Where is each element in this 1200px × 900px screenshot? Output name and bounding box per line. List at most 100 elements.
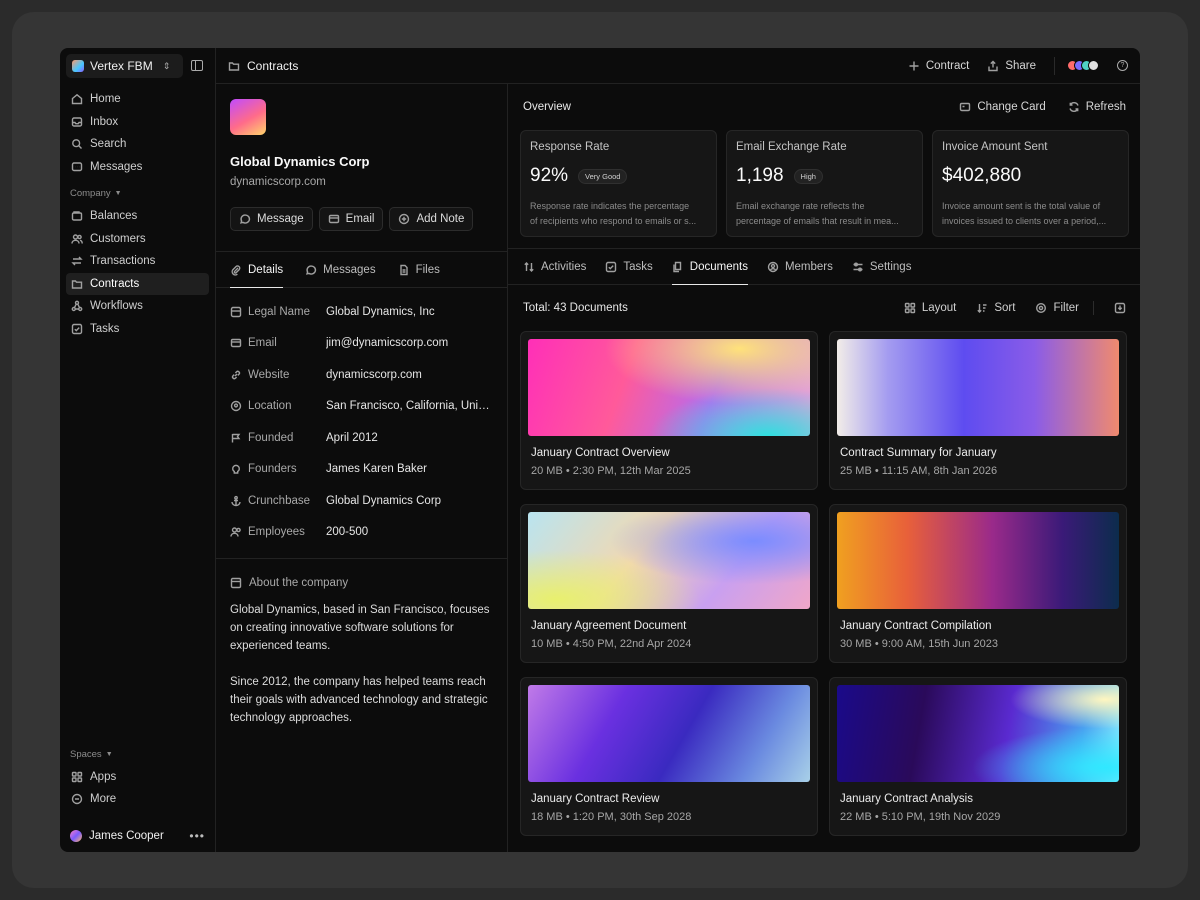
share-button[interactable]: Share [987, 60, 1036, 72]
user-menu[interactable]: James Cooper ••• [60, 820, 215, 852]
spaces-section-label[interactable]: Spaces ▼ [60, 739, 215, 766]
tab-activities[interactable]: Activities [523, 249, 586, 284]
avatar [70, 830, 82, 842]
sidebar-item-messages[interactable]: Messages [66, 156, 209, 178]
help-icon[interactable]: ? [1117, 60, 1128, 71]
sidebar-item-tasks[interactable]: Tasks [66, 318, 209, 340]
sidebar-item-label: More [90, 793, 117, 805]
workspace-logo [72, 60, 84, 72]
document-card[interactable]: January Contract Compilation 30 MB • 9:0… [829, 504, 1127, 663]
share-label: Share [1005, 59, 1036, 72]
filter-icon [1035, 302, 1047, 314]
sidebar-item-label: Apps [90, 770, 117, 783]
stat-label: Response Rate [530, 141, 610, 153]
document-thumbnail [528, 685, 810, 782]
detail-value[interactable]: Global Dynamics Corp [326, 495, 490, 507]
sidebar-item-contracts[interactable]: Contracts [66, 272, 209, 295]
users-icon [71, 233, 83, 245]
avatar [1088, 60, 1099, 71]
document-card[interactable]: January Contract Analysis 22 MB • 5:10 P… [829, 677, 1127, 836]
wallet-icon [71, 210, 83, 222]
tab-documents[interactable]: Documents [671, 249, 749, 285]
tab-label: Details [248, 263, 284, 276]
email-button[interactable]: Email [318, 207, 384, 231]
tab-settings[interactable]: Settings [852, 249, 911, 284]
stat-description: Response rate indicates the percentage o… [530, 199, 707, 229]
sidebar-item-balances[interactable]: Balances [66, 205, 209, 227]
stat-label: Invoice Amount Sent [942, 141, 1048, 153]
topbar-actions: Contract Share ? [908, 56, 1128, 75]
company-actions: Message Email Add Note [230, 207, 493, 231]
detail-row-email: Email jim@dynamicscorp.com [230, 328, 493, 360]
sidebar-item-search[interactable]: Search [66, 133, 209, 155]
document-meta: 10 MB • 4:50 PM, 22nd Apr 2024 [531, 638, 692, 650]
sidebar-item-label: Home [90, 93, 121, 105]
document-card[interactable]: January Contract Overview 20 MB • 2:30 P… [520, 331, 818, 490]
more-horizontal-icon[interactable]: ••• [189, 829, 205, 843]
change-card-button[interactable]: Change Card [959, 101, 1046, 113]
new-contract-button[interactable]: Contract [908, 60, 969, 72]
sidebar-item-workflows[interactable]: Workflows [66, 295, 209, 317]
section-label-text: Spaces [70, 748, 102, 760]
status-badge: Very Good [578, 168, 628, 184]
sidebar-toggle-icon[interactable] [191, 60, 203, 71]
documents-toolbar: Layout Sort Filter [904, 301, 1126, 315]
stat-description-line: invoices issued to clients over a period… [942, 216, 1107, 226]
document-card[interactable]: January Contract Review 18 MB • 1:20 PM,… [520, 677, 818, 836]
tab-details[interactable]: Details [230, 252, 284, 288]
document-thumbnail [528, 339, 810, 436]
search-icon [71, 138, 83, 150]
sidebar-item-apps[interactable]: Apps [66, 766, 209, 788]
filter-label: Filter [1053, 302, 1079, 314]
company-section-label[interactable]: Company ▼ [60, 178, 215, 205]
sidebar-item-more[interactable]: More [66, 788, 209, 810]
download-icon[interactable] [1114, 302, 1126, 314]
workspace-name: Vertex FBM [90, 59, 153, 73]
stat-card-invoice-amount[interactable]: Invoice Amount Sent $402,880 Invoice amo… [932, 130, 1129, 237]
overview-panel: Overview Change Card Refresh Response Ra… [508, 84, 1140, 852]
tab-tasks[interactable]: Tasks [605, 249, 653, 284]
detail-value[interactable]: dynamicscorp.com [326, 369, 490, 381]
add-note-button[interactable]: Add Note [389, 207, 474, 231]
card-icon [959, 101, 971, 113]
stat-card-response-rate[interactable]: Response Rate 92% Very Good Response rat… [520, 130, 717, 237]
stat-card-email-exchange-rate[interactable]: Email Exchange Rate 1,198 High Email exc… [726, 130, 923, 237]
sidebar-item-inbox[interactable]: Inbox [66, 111, 209, 133]
layout-button[interactable]: Layout [904, 302, 956, 314]
sort-icon [976, 302, 988, 314]
tab-messages[interactable]: Messages [305, 252, 376, 287]
workspace-switcher[interactable]: Vertex FBM ⇕ [66, 54, 183, 78]
detail-label: Crunchbase [248, 494, 311, 507]
main-area: Contracts Contract Share ? Global Dynami… [216, 48, 1140, 852]
sort-button[interactable]: Sort [976, 302, 1015, 314]
document-meta: 20 MB • 2:30 PM, 12th Mar 2025 [531, 465, 691, 477]
sliders-icon [852, 261, 864, 273]
spaces-nav: Apps More [60, 766, 215, 811]
message-button[interactable]: Message [230, 207, 313, 231]
refresh-button[interactable]: Refresh [1068, 101, 1126, 113]
sidebar-item-home[interactable]: Home [66, 88, 209, 110]
detail-row-founders: Founders James Karen Baker [230, 454, 493, 486]
about-section: About the company Global Dynamics, based… [216, 559, 507, 745]
detail-value[interactable]: jim@dynamicscorp.com [326, 337, 490, 349]
filter-button[interactable]: Filter [1035, 302, 1079, 314]
tab-files[interactable]: Files [398, 252, 440, 287]
tab-members[interactable]: Members [767, 249, 833, 284]
sidebar-item-customers[interactable]: Customers [66, 228, 209, 250]
stat-value: 1,198 [736, 165, 784, 186]
file-icon [398, 264, 410, 276]
detail-row-legal-name: Legal Name Global Dynamics, Inc [230, 296, 493, 328]
user-circle-icon [767, 261, 779, 273]
document-card[interactable]: Contract Summary for January 25 MB • 11:… [829, 331, 1127, 490]
document-title: Contract Summary for January [840, 447, 997, 459]
company-nav: Balances Customers Transactions Contract… [60, 205, 215, 340]
document-card[interactable]: January Agreement Document 10 MB • 4:50 … [520, 504, 818, 663]
sidebar: Vertex FBM ⇕ Home Inbox Search Messages [60, 48, 216, 852]
workflow-icon [71, 300, 83, 312]
detail-value: San Francisco, California, United States [326, 400, 490, 413]
sidebar-item-transactions[interactable]: Transactions [66, 250, 209, 272]
collaborator-avatars[interactable] [1054, 56, 1099, 75]
new-contract-label: Contract [925, 59, 970, 72]
sort-arrows-icon [523, 261, 535, 273]
sidebar-item-label: Workflows [90, 300, 143, 312]
